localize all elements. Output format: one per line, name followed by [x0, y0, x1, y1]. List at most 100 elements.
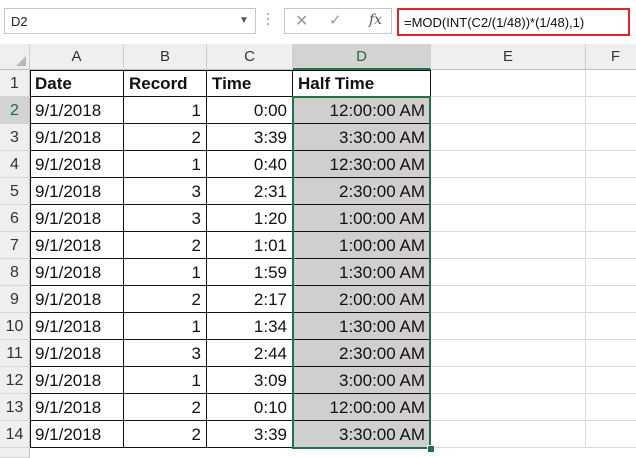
cell-date[interactable]: 9/1/2018 [30, 151, 124, 178]
cell-half-time[interactable]: 3:30:00 AM [293, 124, 431, 151]
drag-handle-icon[interactable] [266, 10, 270, 32]
cell-record[interactable]: 3 [124, 178, 207, 205]
row-header-10[interactable]: 10 [0, 313, 30, 340]
column-header-b[interactable]: B [124, 44, 207, 70]
empty-cell[interactable] [586, 97, 636, 124]
cell-record[interactable]: 1 [124, 151, 207, 178]
cell-half-time[interactable]: 1:00:00 AM [293, 232, 431, 259]
row-header-partial[interactable] [0, 448, 30, 458]
cell-date[interactable]: 9/1/2018 [30, 394, 124, 421]
column-header-e[interactable]: E [431, 44, 586, 70]
cell-time[interactable]: 3:39 [207, 124, 293, 151]
row-header-6[interactable]: 6 [0, 205, 30, 232]
empty-cell[interactable] [586, 232, 636, 259]
empty-cell[interactable] [586, 178, 636, 205]
row-header-3[interactable]: 3 [0, 124, 30, 151]
empty-cell[interactable] [431, 367, 586, 394]
column-header-f[interactable]: F [586, 44, 636, 70]
cell-record[interactable]: 1 [124, 367, 207, 394]
row-header-1[interactable]: 1 [0, 70, 30, 97]
cell-record[interactable]: 2 [124, 232, 207, 259]
cell-half-time[interactable]: 2:30:00 AM [293, 178, 431, 205]
empty-cell[interactable] [431, 151, 586, 178]
name-box[interactable]: D2 ▼ [4, 8, 256, 34]
cell-date[interactable]: 9/1/2018 [30, 286, 124, 313]
empty-cell[interactable] [431, 178, 586, 205]
empty-cell[interactable] [431, 286, 586, 313]
cell-date[interactable]: 9/1/2018 [30, 367, 124, 394]
formula-input[interactable]: =MOD(INT(C2/(1/48))*(1/48),1) [397, 8, 630, 36]
cell-time[interactable]: 2:17 [207, 286, 293, 313]
cell-record[interactable]: 2 [124, 124, 207, 151]
empty-cell[interactable] [431, 259, 586, 286]
empty-cell[interactable] [586, 70, 636, 97]
row-header-13[interactable]: 13 [0, 394, 30, 421]
cell-half-time[interactable]: 12:30:00 AM [293, 151, 431, 178]
cell-record[interactable]: 2 [124, 421, 207, 448]
empty-cell[interactable] [586, 313, 636, 340]
empty-cell[interactable] [431, 340, 586, 367]
enter-check-icon[interactable]: ✓ [329, 11, 342, 29]
insert-function-icon[interactable]: fx [369, 12, 382, 28]
cell-time[interactable]: 2:44 [207, 340, 293, 367]
cell-date[interactable]: 9/1/2018 [30, 259, 124, 286]
cell-date[interactable]: 9/1/2018 [30, 178, 124, 205]
cell-date[interactable]: 9/1/2018 [30, 232, 124, 259]
header-cell-half-time[interactable]: Half Time [293, 70, 431, 97]
cell-half-time[interactable]: 12:00:00 AM [293, 394, 431, 421]
cell-record[interactable]: 3 [124, 340, 207, 367]
empty-cell[interactable] [586, 259, 636, 286]
empty-cell[interactable] [431, 421, 586, 448]
empty-cell[interactable] [431, 97, 586, 124]
cell-time[interactable]: 1:34 [207, 313, 293, 340]
empty-cell[interactable] [431, 313, 586, 340]
cell-half-time[interactable]: 3:00:00 AM [293, 367, 431, 394]
column-header-d[interactable]: D [293, 44, 431, 70]
cell-half-time[interactable]: 1:00:00 AM [293, 205, 431, 232]
empty-cell[interactable] [586, 421, 636, 448]
empty-cell[interactable] [586, 367, 636, 394]
cell-time[interactable]: 1:20 [207, 205, 293, 232]
empty-cell[interactable] [586, 340, 636, 367]
cell-time[interactable]: 3:09 [207, 367, 293, 394]
cell-time[interactable]: 2:31 [207, 178, 293, 205]
cell-record[interactable]: 1 [124, 259, 207, 286]
empty-cell[interactable] [586, 205, 636, 232]
empty-cell[interactable] [431, 124, 586, 151]
cell-record[interactable]: 1 [124, 97, 207, 124]
cell-record[interactable]: 3 [124, 205, 207, 232]
empty-cell[interactable] [586, 124, 636, 151]
cell-date[interactable]: 9/1/2018 [30, 97, 124, 124]
empty-cell[interactable] [431, 394, 586, 421]
cell-half-time[interactable]: 3:30:00 AM [293, 421, 431, 448]
column-header-a[interactable]: A [30, 44, 124, 70]
row-header-5[interactable]: 5 [0, 178, 30, 205]
empty-cell[interactable] [586, 151, 636, 178]
row-header-14[interactable]: 14 [0, 421, 30, 448]
header-cell-record[interactable]: Record [124, 70, 207, 97]
header-cell-date[interactable]: Date [30, 70, 124, 97]
cell-half-time[interactable]: 1:30:00 AM [293, 259, 431, 286]
row-header-7[interactable]: 7 [0, 232, 30, 259]
cell-time[interactable]: 0:00 [207, 97, 293, 124]
chevron-down-icon[interactable]: ▼ [239, 15, 249, 27]
row-header-12[interactable]: 12 [0, 367, 30, 394]
row-header-4[interactable]: 4 [0, 151, 30, 178]
cell-time[interactable]: 3:39 [207, 421, 293, 448]
cell-date[interactable]: 9/1/2018 [30, 124, 124, 151]
row-header-9[interactable]: 9 [0, 286, 30, 313]
cell-time[interactable]: 0:10 [207, 394, 293, 421]
cell-record[interactable]: 1 [124, 313, 207, 340]
cell-half-time[interactable]: 2:30:00 AM [293, 340, 431, 367]
empty-cell[interactable] [431, 232, 586, 259]
row-header-2[interactable]: 2 [0, 97, 30, 124]
empty-cell[interactable] [586, 394, 636, 421]
cell-date[interactable]: 9/1/2018 [30, 421, 124, 448]
row-header-8[interactable]: 8 [0, 259, 30, 286]
cell-half-time[interactable]: 2:00:00 AM [293, 286, 431, 313]
cancel-icon[interactable]: ✕ [295, 11, 308, 31]
cell-record[interactable]: 2 [124, 286, 207, 313]
empty-cell[interactable] [431, 70, 586, 97]
cell-date[interactable]: 9/1/2018 [30, 205, 124, 232]
cell-half-time[interactable]: 12:00:00 AM [293, 97, 431, 124]
